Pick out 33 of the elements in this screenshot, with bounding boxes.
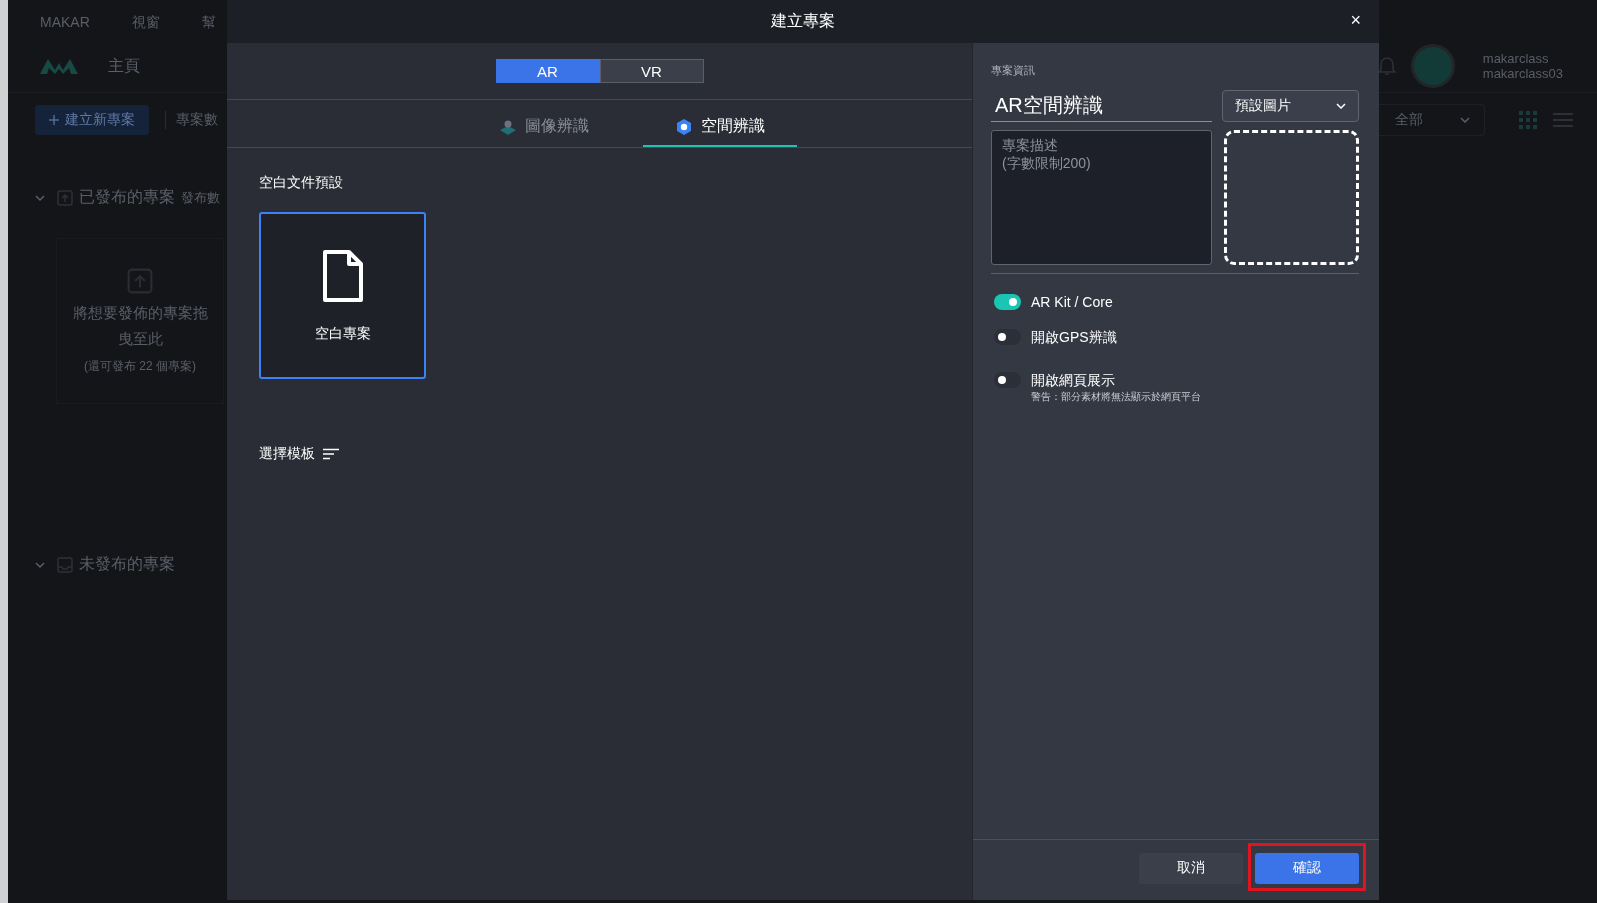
user-id: makarclass03 (1482, 66, 1563, 81)
section-label: 空白文件預設 (259, 174, 343, 192)
drop-hint: (還可發布 22 個專案) (84, 358, 196, 374)
page-title: 主頁 (108, 55, 140, 76)
section-title: 未發布的專案 (79, 554, 175, 574)
toggle-label: 開啟GPS辨識 (1031, 329, 1117, 345)
drop-zone[interactable]: 將想要發佈的專案拖曳至此 (還可發布 22 個專案) (56, 238, 224, 404)
recognition-tab[interactable]: 空間辨識 (642, 100, 797, 147)
blank-project-card[interactable]: 空白專案 (259, 212, 426, 379)
warning-note: 警告：部分素材將無法顯示於網頁平台 (1031, 390, 1201, 404)
mode-tab[interactable]: AR (495, 59, 600, 83)
mode-tab[interactable]: VR (599, 59, 704, 83)
project-name-field[interactable]: AR空間辨識 (991, 90, 1212, 122)
toggle-label: AR Kit / Core (1031, 294, 1113, 310)
publish-count-label: 發布數 (181, 188, 220, 207)
template-label: 選擇模板 (259, 445, 315, 463)
description-field[interactable]: 專案描述 (字數限制200) (991, 130, 1212, 265)
close-button[interactable]: × (1346, 10, 1365, 31)
drop-instruction: 將想要發佈的專案拖曳至此 (71, 303, 209, 349)
user-name: makarclass (1482, 51, 1550, 66)
recognition-tab[interactable]: 圖像辨識 (472, 100, 615, 147)
menu-item[interactable]: 視窗 (131, 14, 160, 40)
confirm-button[interactable]: 確認 (1255, 852, 1359, 884)
menu-item[interactable]: 幫 (201, 14, 216, 40)
toggle-label: 開啟網頁展示 (1031, 372, 1116, 388)
cancel-button[interactable]: 取消 (1139, 852, 1243, 884)
dialog-title: 建立專案 (771, 11, 835, 31)
project-count-label: 專案數 (165, 111, 218, 129)
section-title: 已發布的專案 (79, 187, 175, 207)
menu-item[interactable]: MAKAR (40, 14, 90, 40)
create-project-button[interactable]: 建立新專案 (35, 105, 149, 135)
info-heading: 專案資訊 (991, 63, 1036, 78)
image-select[interactable]: 預設圖片 (1222, 90, 1359, 122)
